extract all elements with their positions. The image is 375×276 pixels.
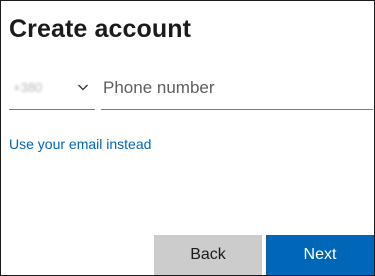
page-title: Create account — [9, 15, 192, 43]
country-code-value: +380 — [13, 80, 43, 95]
country-code-select[interactable]: +380 — [9, 67, 95, 110]
back-button[interactable]: Back — [154, 235, 262, 275]
next-button[interactable]: Next — [266, 235, 374, 275]
phone-number-input[interactable] — [101, 67, 373, 110]
use-email-link[interactable]: Use your email instead — [9, 136, 151, 152]
chevron-down-icon — [78, 84, 88, 91]
phone-row: +380 — [9, 67, 373, 111]
create-account-dialog: Create account +380 Use your email inste… — [0, 0, 375, 276]
